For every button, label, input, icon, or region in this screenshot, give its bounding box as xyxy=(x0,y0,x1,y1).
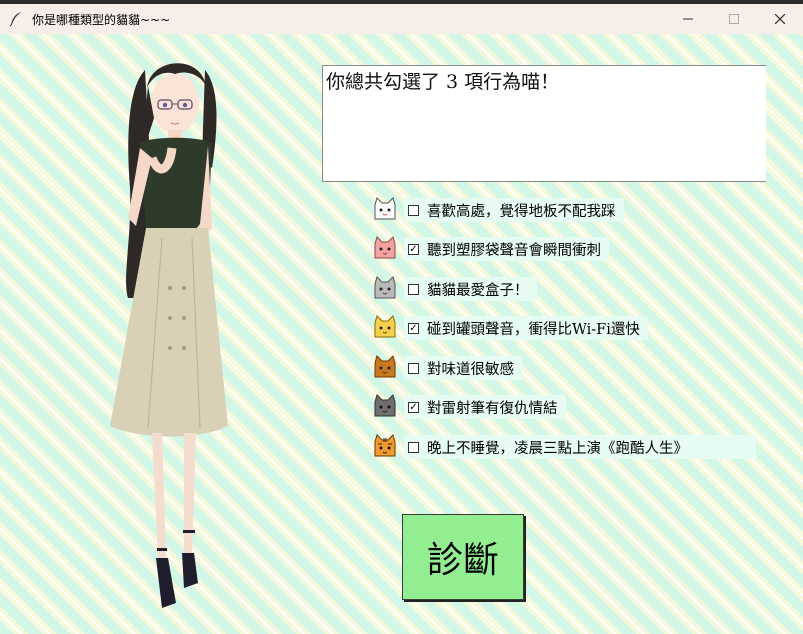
behavior-checkbox-3[interactable]: ✓ xyxy=(408,322,419,334)
minimize-icon xyxy=(683,18,693,20)
behavior-checkbox-6[interactable] xyxy=(408,441,419,453)
behavior-label: 喜歡高處，覺得地板不配我踩 xyxy=(427,203,616,220)
behavior-label: 對雷射筆有復仇情結 xyxy=(427,400,558,417)
girl-illustration xyxy=(110,63,228,608)
tiger-cat-icon xyxy=(374,434,396,457)
close-button[interactable] xyxy=(757,4,803,34)
behavior-label: 對味道很敏感 xyxy=(427,361,514,378)
pink-cat-icon xyxy=(374,236,396,259)
window-title: 你是哪種類型的貓貓~~~ xyxy=(32,12,171,27)
gray-cat-icon xyxy=(374,276,396,299)
feather-icon xyxy=(9,12,21,27)
result-text: 你總共勾選了 3 項行為喵！ xyxy=(326,71,560,93)
minimize-button[interactable] xyxy=(665,4,711,34)
diagnose-button[interactable]: 診斷 xyxy=(402,514,524,600)
behavior-row[interactable]: ✓ 碰到罐頭聲音，衝得比Wi-Fi還快 xyxy=(370,313,648,343)
close-icon xyxy=(775,14,785,24)
behavior-label: 晚上不睡覺，凌晨三點上演《跑酷人生》 xyxy=(427,440,688,457)
yellow-cat-icon xyxy=(374,315,396,338)
title-bar: 你是哪種類型的貓貓~~~ xyxy=(0,4,803,34)
brown-cat-icon xyxy=(374,355,396,378)
behavior-checkbox-5[interactable]: ✓ xyxy=(408,401,419,413)
behavior-label: 貓貓最愛盒子！ xyxy=(427,282,529,299)
behavior-row[interactable]: 貓貓最愛盒子！ xyxy=(370,274,537,304)
behavior-checkbox-0[interactable] xyxy=(408,204,419,216)
behavior-row[interactable]: 對味道很敏感 xyxy=(370,353,522,383)
behavior-checkbox-1[interactable]: ✓ xyxy=(408,243,419,255)
behavior-label: 聽到塑膠袋聲音會瞬間衝刺 xyxy=(427,242,601,259)
behavior-checkbox-4[interactable] xyxy=(408,362,419,374)
behavior-row[interactable]: 喜歡高處，覺得地板不配我踩 xyxy=(370,195,624,225)
behavior-row[interactable]: 晚上不睡覺，凌晨三點上演《跑酷人生》 xyxy=(370,432,756,462)
white-cat-icon xyxy=(374,197,396,220)
dark-gray-cat-icon xyxy=(374,394,396,417)
maximize-icon xyxy=(729,14,739,24)
main-window: 你總共勾選了 3 項行為喵！ 喜歡高處，覺得地板不配我踩 ✓ 聽到塑膠袋聲音會瞬… xyxy=(0,34,803,634)
behavior-row[interactable]: ✓ 聽到塑膠袋聲音會瞬間衝刺 xyxy=(370,234,609,264)
behavior-checkbox-2[interactable] xyxy=(408,283,419,295)
result-textbox[interactable]: 你總共勾選了 3 項行為喵！ xyxy=(322,65,766,182)
behavior-row[interactable]: ✓ 對雷射筆有復仇情結 xyxy=(370,392,566,422)
behavior-label: 碰到罐頭聲音，衝得比Wi-Fi還快 xyxy=(427,321,640,338)
maximize-button[interactable] xyxy=(711,4,757,34)
